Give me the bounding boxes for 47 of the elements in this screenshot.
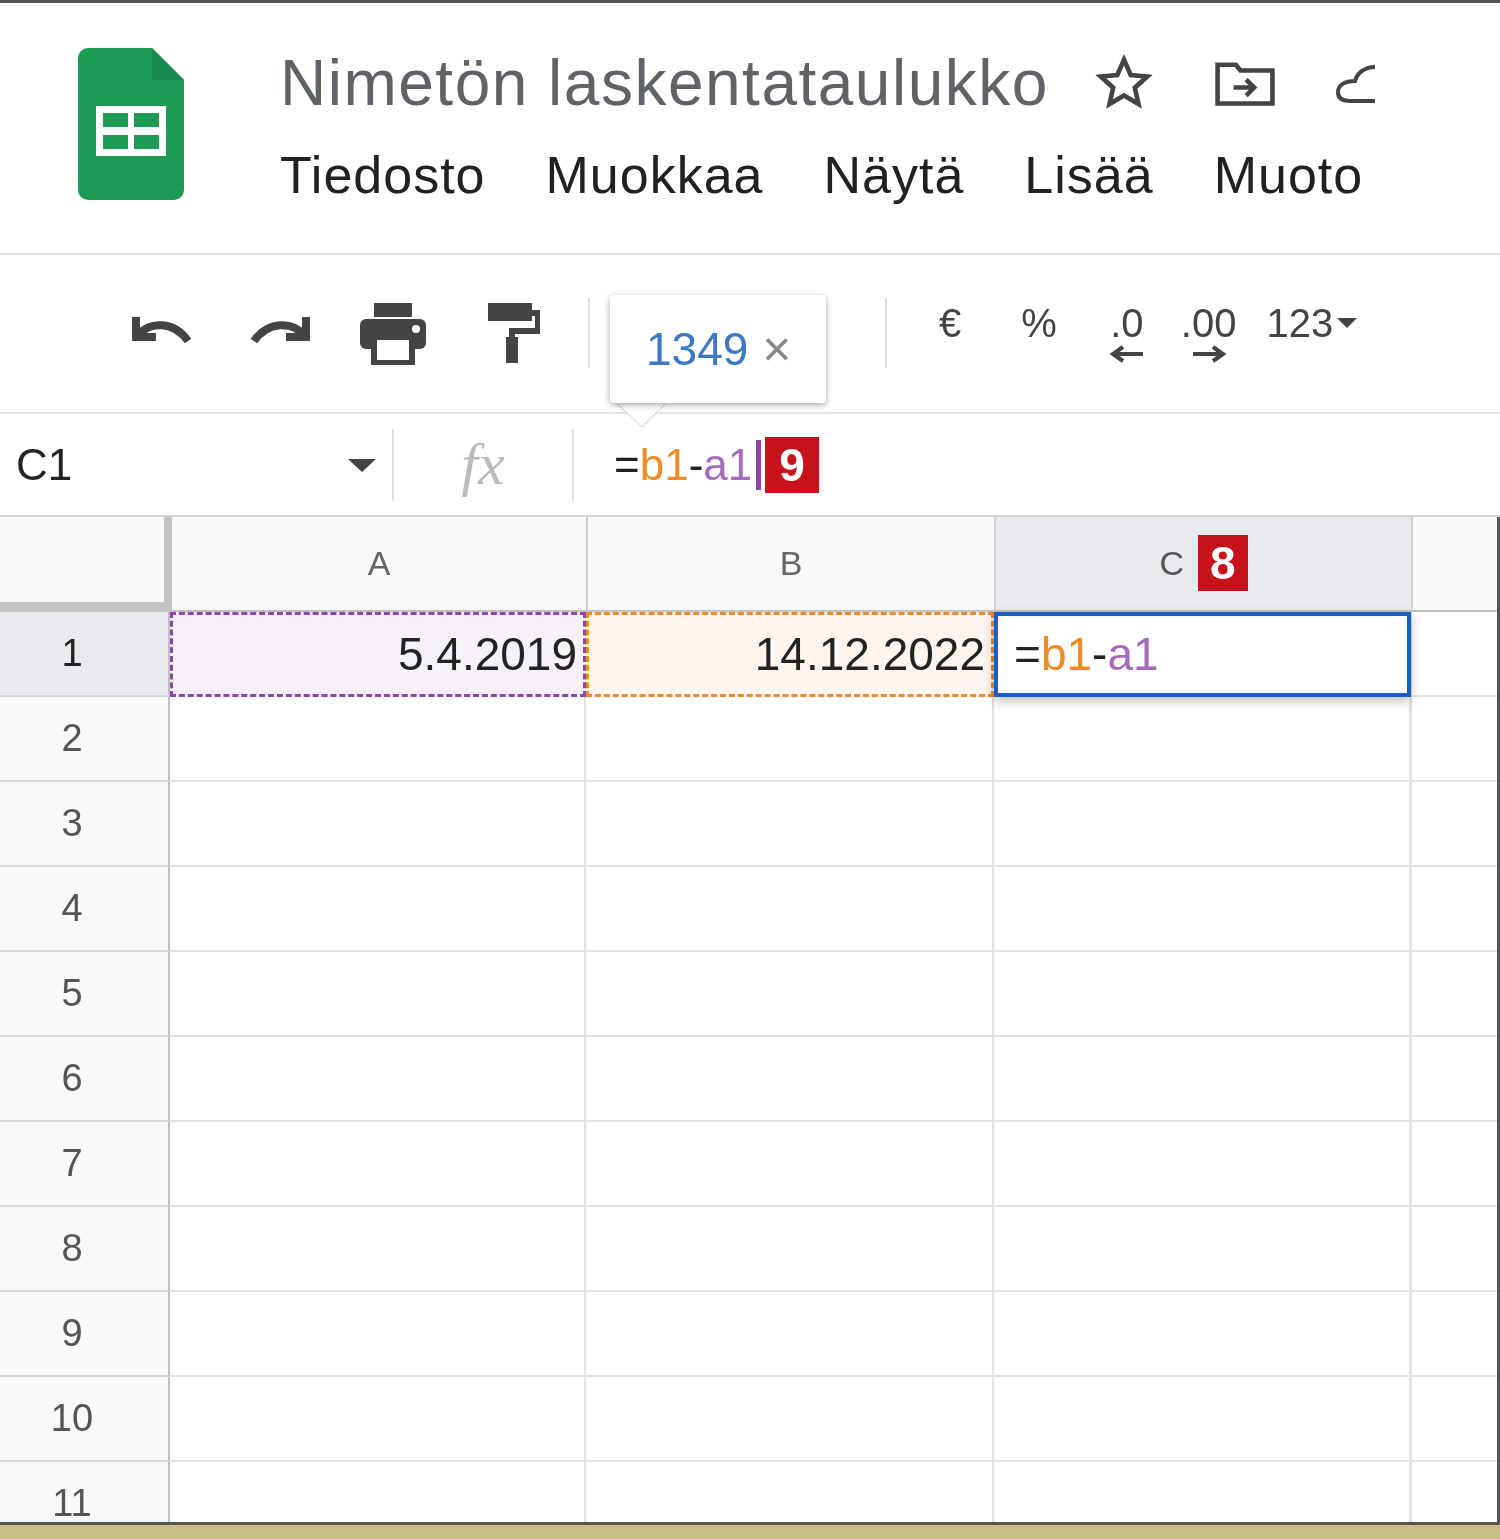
menu-item[interactable]: Näytä [823, 145, 965, 205]
row-header[interactable]: 4 [0, 867, 170, 952]
name-box[interactable]: C1 [0, 439, 392, 490]
row-header[interactable]: 2 [0, 697, 170, 782]
menu-item[interactable]: Tiedosto [280, 145, 486, 205]
row-header[interactable]: 5 [0, 952, 170, 1037]
menu-item[interactable]: Lisää [1024, 145, 1154, 205]
cloud-icon[interactable] [1334, 63, 1375, 103]
table-cell[interactable]: 14.12.2022 [586, 612, 994, 697]
row-header[interactable]: 6 [0, 1037, 170, 1122]
menu-item[interactable]: Muokkaa [545, 145, 764, 205]
row-header[interactable]: 9 [0, 1292, 170, 1377]
table-cell[interactable]: 5.4.2019 [170, 612, 586, 697]
step-badge: 8 [1198, 535, 1248, 592]
row-header[interactable]: 11 [0, 1462, 170, 1522]
close-button[interactable]: × [762, 319, 792, 378]
select-all-corner[interactable] [0, 517, 172, 612]
formula-input[interactable]: =b1-a1 [614, 439, 753, 490]
column-header[interactable] [1413, 517, 1497, 612]
format-button[interactable]: € [939, 303, 962, 344]
left-arrow-icon [1108, 345, 1145, 364]
column-label: B [779, 544, 803, 583]
cell-editor[interactable]: =b1-a1 [994, 612, 1411, 697]
caret-icon [1337, 318, 1358, 331]
text-cursor [756, 439, 762, 490]
row-header[interactable]: 10 [0, 1377, 170, 1462]
document-title[interactable]: Nimetön laskentataulukko [280, 46, 1049, 120]
column-header[interactable]: C 8 [996, 517, 1413, 612]
step-badge: 9 [765, 436, 819, 493]
column-label: A [367, 544, 391, 583]
number-format-button[interactable]: 123 [1266, 303, 1358, 344]
sheets-logo-icon[interactable] [78, 48, 184, 200]
row-header[interactable]: 7 [0, 1122, 170, 1207]
right-arrow-icon [1190, 345, 1227, 364]
column-label: C [1159, 544, 1184, 583]
format-button[interactable]: % [1021, 303, 1057, 344]
column-header[interactable]: A [172, 517, 588, 612]
decrease-decimals-button[interactable]: .0 [1108, 303, 1145, 364]
menu-item[interactable]: Muoto [1213, 145, 1364, 205]
increase-decimals-button[interactable]: .00 [1180, 303, 1237, 364]
column-header[interactable]: B [588, 517, 996, 612]
function-icon: fx [394, 430, 572, 500]
tooltip-value: 1349 [646, 321, 749, 376]
row-header[interactable]: 1 [0, 612, 170, 697]
print-icon[interactable] [358, 301, 428, 366]
row-header[interactable]: 3 [0, 782, 170, 867]
row-header[interactable]: 8 [0, 1207, 170, 1292]
